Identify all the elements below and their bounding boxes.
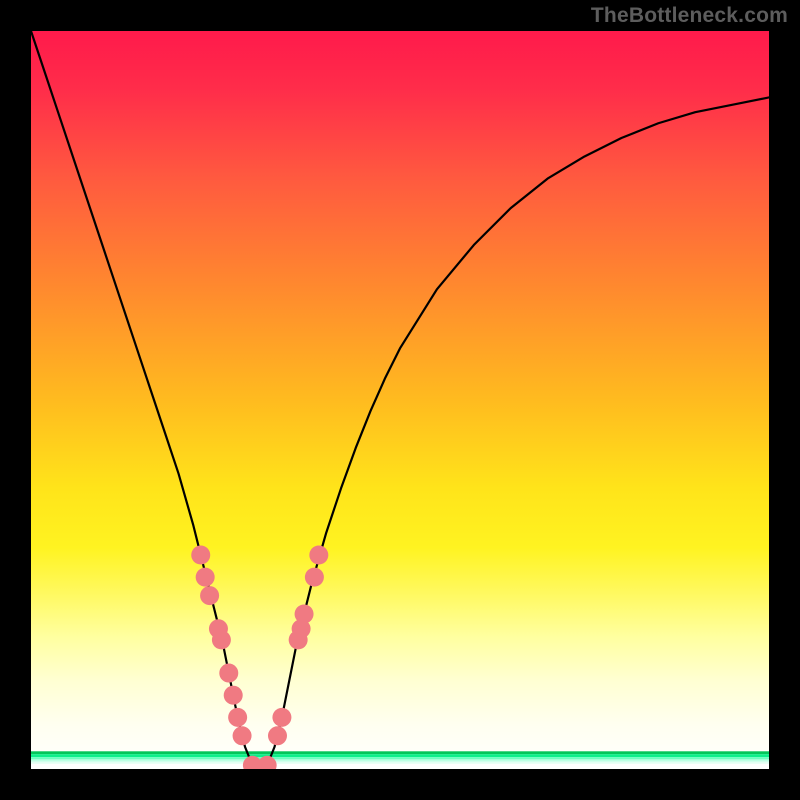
marker-dot <box>233 726 252 745</box>
band <box>31 757 769 759</box>
band <box>31 754 769 757</box>
marker-dot <box>212 630 231 649</box>
marker-dot <box>309 545 328 564</box>
watermark-text: TheBottleneck.com <box>591 4 788 28</box>
band <box>31 762 769 764</box>
band <box>31 764 769 769</box>
plot-area <box>31 31 769 769</box>
marker-dot <box>196 568 215 587</box>
band <box>31 751 769 754</box>
marker-dot <box>228 708 247 727</box>
chart-background <box>31 31 769 769</box>
marker-dot <box>219 664 238 683</box>
marker-dot <box>224 686 243 705</box>
marker-dot <box>191 545 210 564</box>
chart-stage: TheBottleneck.com <box>0 0 800 800</box>
marker-dot <box>200 586 219 605</box>
marker-dot <box>268 726 287 745</box>
chart-svg <box>31 31 769 769</box>
marker-dot <box>295 605 314 624</box>
marker-dot <box>272 708 291 727</box>
band <box>31 759 769 761</box>
marker-dot <box>305 568 324 587</box>
